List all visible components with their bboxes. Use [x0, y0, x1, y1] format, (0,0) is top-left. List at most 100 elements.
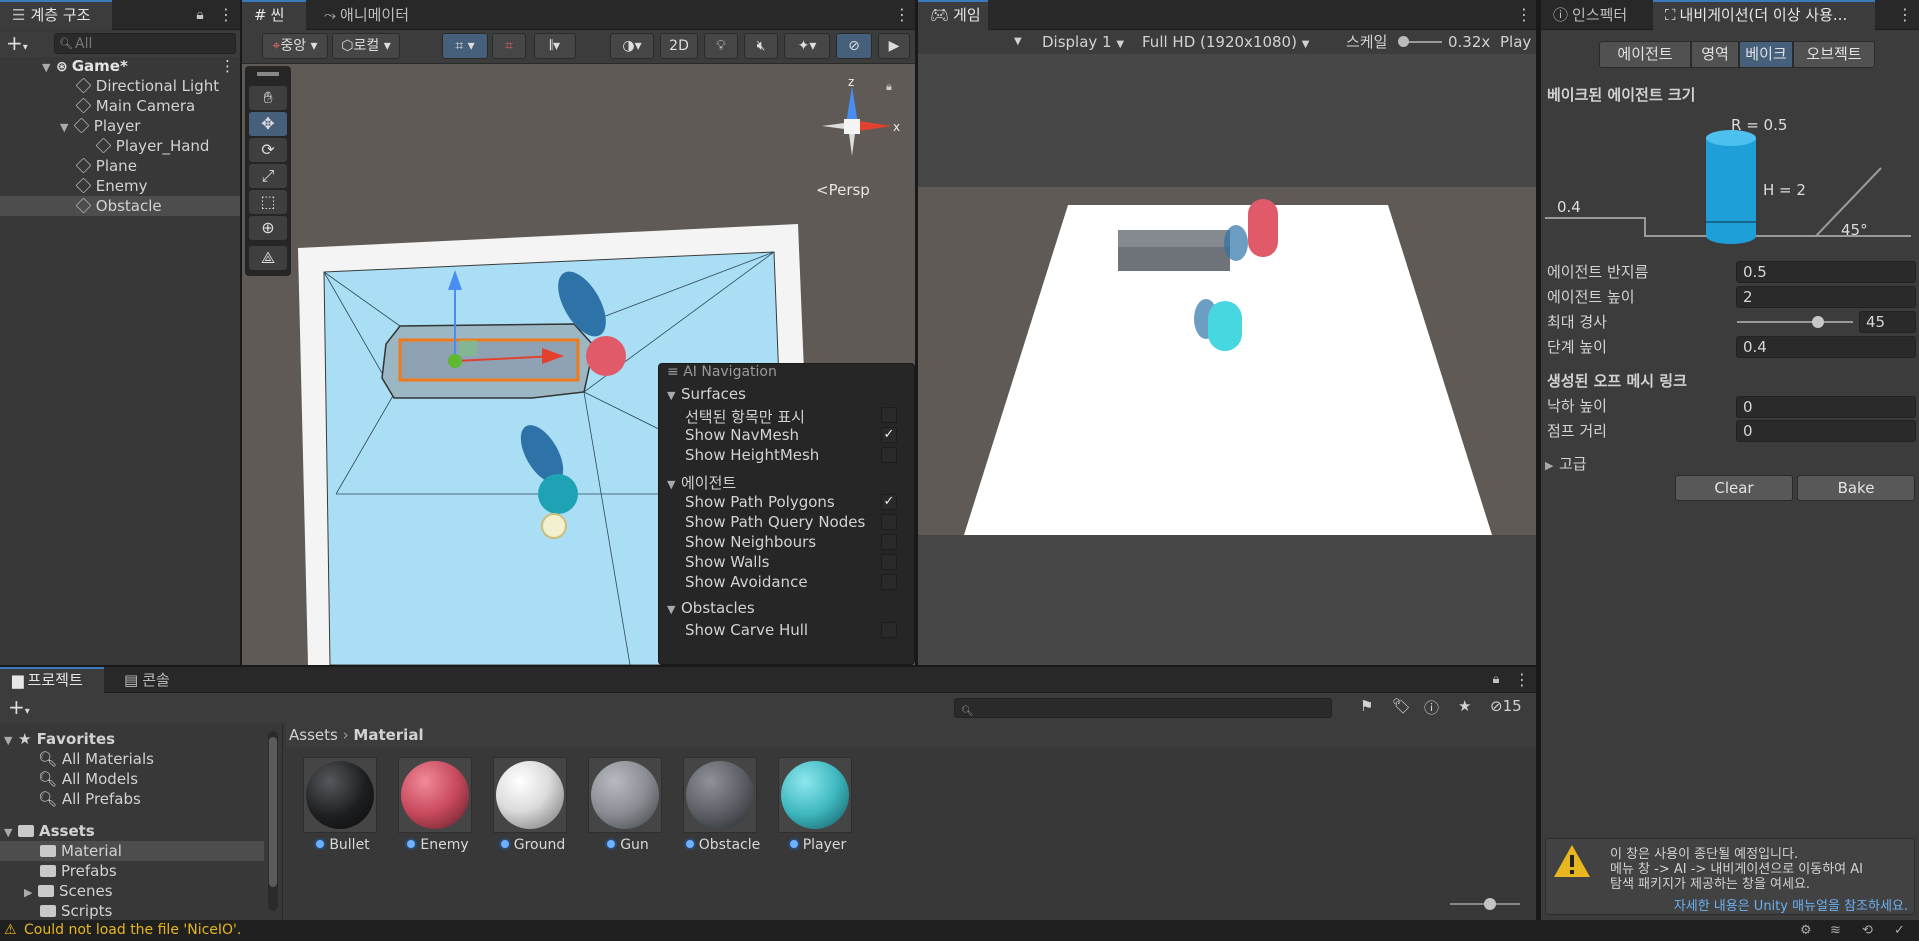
game-render[interactable] [918, 187, 1536, 535]
section-obstacles[interactable]: ▼ Obstacles [667, 599, 755, 617]
display-dropdown[interactable]: Display 1 ▼ [1042, 30, 1124, 57]
move-tool-button[interactable]: ✥ [249, 112, 287, 136]
tab-inspector[interactable]: ⓘ 인스펙터 [1541, 0, 1639, 30]
transform-tool-button[interactable]: ⊕ [249, 216, 287, 240]
max-slope-slider-thumb[interactable] [1812, 316, 1824, 328]
section-agents[interactable]: ▼ 에이전트 [667, 472, 736, 493]
agent-height-input[interactable]: 2 [1736, 286, 1916, 308]
ainav-checkbox[interactable] [881, 447, 897, 463]
ainav-checkbox[interactable] [881, 554, 897, 570]
scene-root[interactable]: ▼ ⊛ Game* ⋮ [0, 56, 240, 76]
material-item[interactable]: Player [778, 757, 856, 853]
scale-slider-thumb[interactable] [1398, 36, 1409, 47]
section-surfaces[interactable]: ▼ Surfaces [667, 385, 746, 403]
gizmo-lock-icon[interactable]: 🔒︎ [886, 80, 892, 93]
project-search-input[interactable]: 🔍︎ [954, 698, 1332, 718]
favorite-item[interactable]: 🔍︎ All Materials [0, 749, 282, 769]
segment-object[interactable]: 오브젝트 [1793, 41, 1875, 68]
expand-icon[interactable]: ▼ [4, 731, 18, 751]
material-item[interactable]: Bullet [303, 757, 381, 853]
orientation-gizmo[interactable]: z x 🔒︎ [802, 76, 902, 172]
audio-toggle[interactable]: 🔇︎ [744, 33, 778, 59]
cache-icon[interactable]: ≋ [1830, 920, 1841, 941]
favorite-item[interactable]: 🔍︎ All Models [0, 769, 282, 789]
agent-radius-input[interactable]: 0.5 [1736, 261, 1916, 283]
more-menu-icon[interactable]: ⋮ [1516, 5, 1532, 25]
create-icon[interactable]: +▾ [8, 695, 30, 724]
max-slope-input[interactable]: 45 [1859, 311, 1916, 333]
advanced-foldout[interactable]: ▶ 고급 [1545, 453, 1587, 474]
rotate-tool-button[interactable]: ⟳ [249, 138, 287, 162]
material-item[interactable]: Enemy [398, 757, 476, 853]
hierarchy-item[interactable]: Main Camera [0, 96, 240, 116]
rect-tool-button[interactable]: ⬚ [249, 190, 287, 214]
search-by-type-icon[interactable]: ⚑ [1360, 697, 1373, 715]
grid-visibility-dropdown[interactable]: 𝄃▾ [534, 33, 576, 59]
segment-agent[interactable]: 에이전트 [1599, 41, 1691, 68]
more-menu-icon[interactable]: ⋮ [1897, 5, 1913, 25]
more-menu-icon[interactable]: ⋮ [894, 5, 910, 25]
hierarchy-item-selected[interactable]: Obstacle [0, 196, 240, 216]
camera-dropdown[interactable]: ▶ [878, 33, 910, 59]
bake-button[interactable]: Bake [1797, 475, 1915, 501]
folder-item[interactable]: ▶ Scenes [0, 881, 282, 901]
material-item[interactable]: Gun [588, 757, 666, 853]
more-menu-icon[interactable]: ⋮ [220, 56, 235, 76]
step-height-input[interactable]: 0.4 [1736, 336, 1916, 358]
assets-header[interactable]: ▼ Assets [0, 821, 282, 841]
more-menu-icon[interactable]: ⋮ [218, 5, 234, 25]
tab-navigation[interactable]: ⛶ 내비게이션(더 이상 사용... [1653, 0, 1875, 30]
segment-areas[interactable]: 영역 [1691, 41, 1739, 68]
hierarchy-item[interactable]: Directional Light [0, 76, 240, 96]
effects-dropdown[interactable]: ✦▾ [784, 33, 830, 59]
tab-console[interactable]: ▤ 콘솔 [112, 667, 182, 693]
material-item[interactable]: Obstacle [683, 757, 761, 853]
expand-right-icon[interactable]: ▶ [24, 883, 38, 903]
custom-tool-button[interactable]: ⟁ [249, 246, 287, 270]
scene-visibility-toggle[interactable]: ⊘ [836, 33, 872, 59]
drop-height-input[interactable]: 0 [1736, 396, 1916, 418]
hierarchy-item[interactable]: Plane [0, 156, 240, 176]
grid-snap-toggle[interactable]: ⌗ ▾ [442, 33, 488, 59]
segment-bake[interactable]: 베이크 [1739, 41, 1793, 68]
folder-item[interactable]: Scripts [0, 901, 282, 920]
material-item[interactable]: Ground [493, 757, 571, 853]
favorite-item[interactable]: 🔍︎ All Prefabs [0, 789, 282, 809]
jump-distance-input[interactable]: 0 [1736, 420, 1916, 442]
expand-icon[interactable]: ▼ [60, 118, 74, 138]
tab-project[interactable]: ▆ 프로젝트 [0, 667, 104, 693]
breadcrumb-assets[interactable]: Assets [289, 726, 338, 744]
check-icon[interactable]: ✓ [1894, 920, 1905, 941]
ainav-checkbox[interactable] [881, 622, 897, 638]
folder-item[interactable]: Prefabs [0, 861, 282, 881]
scale-tool-button[interactable]: ⤢ [249, 164, 287, 188]
breadcrumb-material[interactable]: Material [353, 726, 423, 744]
hierarchy-item[interactable]: ▼ Player [0, 116, 240, 136]
overlay-title[interactable]: ≡ AI Navigation [667, 364, 777, 380]
hierarchy-item[interactable]: Enemy [0, 176, 240, 196]
tab-game[interactable]: 🎮︎ 게임 [918, 0, 988, 30]
max-slope-slider-track[interactable] [1737, 321, 1853, 323]
label-icon[interactable]: 🏷︎ [1392, 697, 1411, 715]
search-input[interactable]: 🔍︎ All [54, 33, 236, 54]
ainav-checkbox[interactable] [881, 407, 897, 423]
tab-hierarchy[interactable]: ☰ 계층 구조 [0, 0, 112, 30]
favorites-header[interactable]: ▼ ★ Favorites [0, 729, 282, 749]
lock-icon[interactable]: 🔒︎ [1491, 670, 1501, 690]
expand-icon[interactable]: ▼ [4, 823, 18, 843]
palette-handle[interactable] [257, 72, 279, 76]
status-message[interactable]: Could not load the file 'NiceIO'. [24, 920, 241, 941]
log-icon[interactable]: ⓘ [1424, 697, 1439, 718]
ainav-checkbox[interactable]: ✓ [881, 494, 897, 510]
2d-toggle[interactable]: 2D [660, 33, 698, 59]
lock-icon[interactable]: 🔒︎ [195, 5, 205, 25]
pivot-dropdown[interactable]: ⌖중앙 ▾ [262, 33, 328, 59]
hierarchy-item[interactable]: Player_Hand [0, 136, 240, 156]
lighting-toggle[interactable]: 💡︎ [704, 33, 738, 59]
snap-increment-button[interactable]: ⌗ [492, 33, 526, 59]
expand-icon[interactable]: ▼ [42, 58, 56, 78]
icon-size-slider-thumb[interactable] [1484, 898, 1496, 910]
shading-mode-dropdown[interactable]: ◑▾ [610, 33, 654, 59]
resolution-dropdown[interactable]: Full HD (1920x1080) ▼ [1142, 30, 1309, 57]
ainav-checkbox[interactable]: ✓ [881, 427, 897, 443]
